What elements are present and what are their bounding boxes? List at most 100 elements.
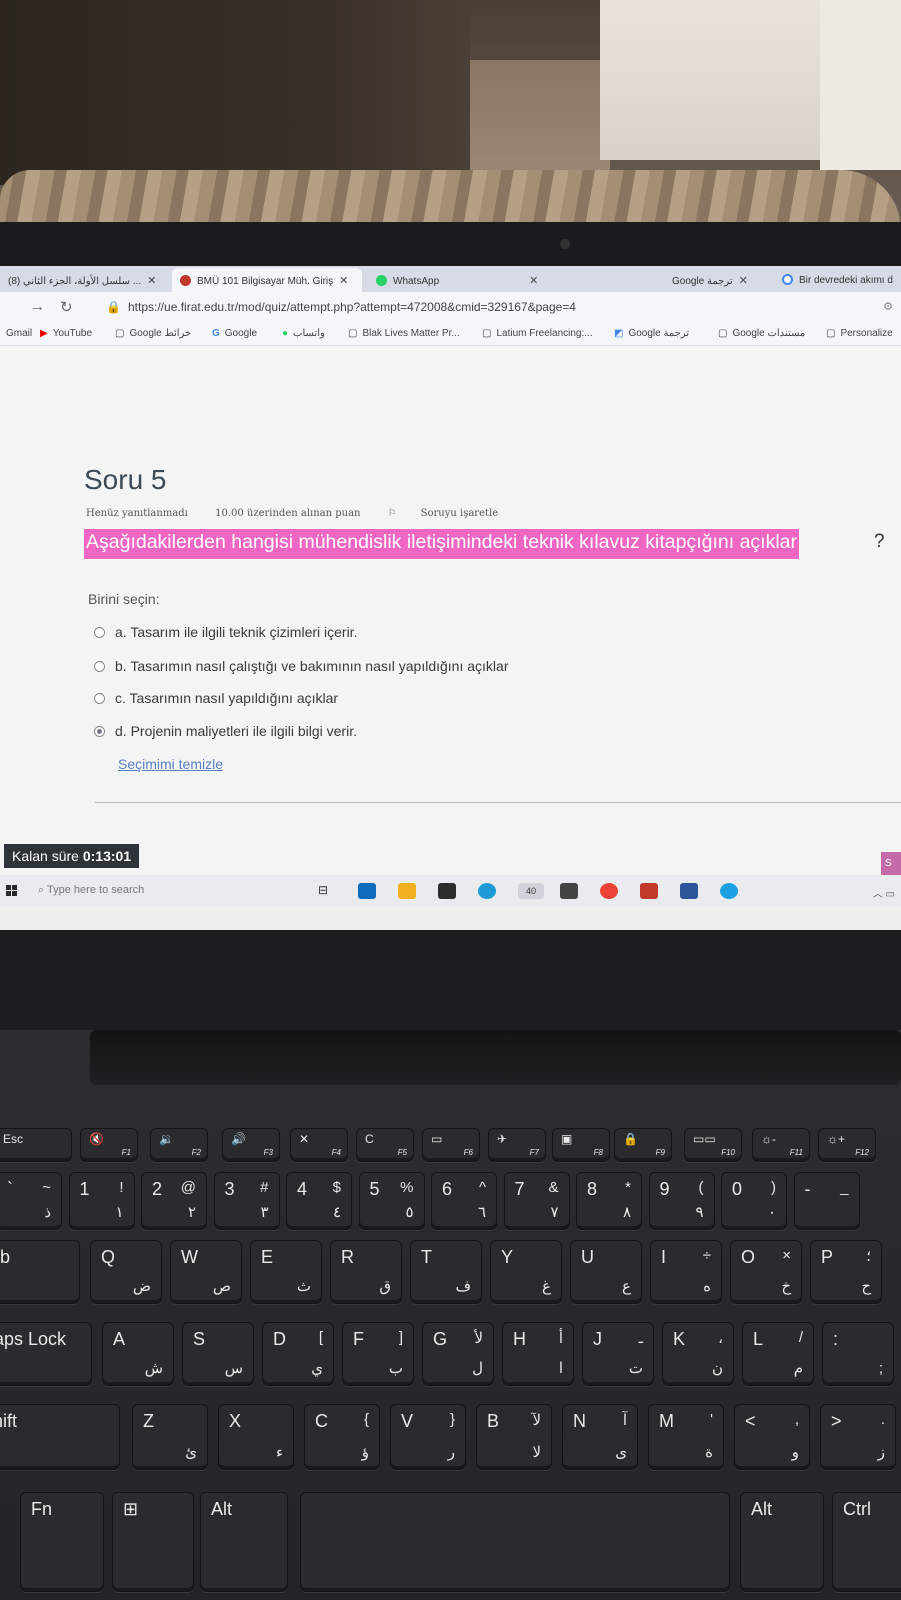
- word-icon[interactable]: [680, 883, 698, 899]
- terminal-icon[interactable]: [560, 883, 578, 899]
- key-fn_row-8[interactable]: ▣ F8: [552, 1128, 610, 1162]
- outlook-icon[interactable]: [358, 883, 376, 899]
- bookmark-google-translate[interactable]: ◩ Google ترجمة: [614, 328, 689, 339]
- key-fn_row-1[interactable]: 🔇 F1: [80, 1128, 138, 1162]
- key-a_row-0[interactable]: Caps Lock: [0, 1322, 92, 1386]
- key-num_row-10[interactable]: 0) ٠: [721, 1172, 787, 1230]
- key-a_row-7[interactable]: J ـت: [582, 1322, 654, 1386]
- key-q_row-3[interactable]: Eث: [250, 1240, 322, 1304]
- radio-button[interactable]: [94, 627, 105, 638]
- key-fn_row-9[interactable]: 🔒 F9: [614, 1128, 672, 1162]
- option-c[interactable]: c. Tasarımın nasıl yapıldığını açıklar: [94, 690, 338, 706]
- key-z_row-9[interactable]: >. ز: [820, 1404, 896, 1470]
- key-z_row-2[interactable]: Xء: [218, 1404, 294, 1470]
- key-fn_row-10[interactable]: ▭▭ F10: [684, 1128, 742, 1162]
- key-q_row-10[interactable]: P ؛ ح: [810, 1240, 882, 1304]
- extension-icon[interactable]: ⚙: [883, 300, 893, 313]
- windows-start-icon[interactable]: [6, 885, 18, 897]
- key-num_row-3[interactable]: 3 #٣: [213, 1172, 280, 1230]
- key-a_row-6[interactable]: H أا: [502, 1322, 574, 1386]
- tab-google-translate[interactable]: Google ترجمة ✕: [664, 268, 770, 292]
- close-icon[interactable]: ✕: [339, 275, 348, 287]
- bookmark-personalize[interactable]: ▢ Personalize: [826, 328, 893, 339]
- key-bottom_row-5[interactable]: Ctrl: [832, 1492, 901, 1592]
- key-q_row-4[interactable]: Rق: [330, 1240, 402, 1304]
- key-num_row-2[interactable]: 2 @٢: [141, 1172, 207, 1230]
- key-a_row-4[interactable]: F] ب: [342, 1322, 414, 1386]
- key-bottom_row-4[interactable]: Alt: [740, 1492, 824, 1592]
- key-z_row-6[interactable]: N آى: [562, 1404, 638, 1470]
- bookmark-latium[interactable]: ▢ Latium Freelancing:...: [482, 328, 593, 339]
- key-a_row-9[interactable]: L / م: [742, 1322, 814, 1386]
- key-fn_row-12[interactable]: ☼+ F12: [818, 1128, 876, 1162]
- key-bottom_row-0[interactable]: Fn: [20, 1492, 104, 1592]
- key-a_row-10[interactable]: :;: [822, 1322, 894, 1386]
- store-icon[interactable]: [438, 883, 456, 899]
- option-b[interactable]: b. Tasarımın nasıl çalıştığı ve bakımını…: [94, 658, 508, 674]
- edge-icon[interactable]: [478, 883, 496, 899]
- key-num_row-8[interactable]: 8 * ٨: [576, 1172, 642, 1230]
- url-field[interactable]: https://ue.firat.edu.tr/mod/quiz/attempt…: [128, 300, 576, 314]
- key-z_row-0[interactable]: Shift: [0, 1404, 120, 1470]
- key-fn_row-7[interactable]: ✈ F7: [488, 1128, 546, 1162]
- key-num_row-5[interactable]: 5% ٥: [358, 1172, 425, 1230]
- key-q_row-9[interactable]: O × خ: [730, 1240, 802, 1304]
- taskbar-search[interactable]: ⌕ Type here to search: [38, 884, 144, 897]
- file-explorer-icon[interactable]: [398, 883, 416, 899]
- bookmark-youtube[interactable]: ▶ YouTube: [40, 328, 92, 339]
- key-z_row-1[interactable]: Zئ: [132, 1404, 208, 1470]
- key-fn_row-0[interactable]: Esc: [0, 1128, 72, 1162]
- key-bottom_row-2[interactable]: Alt: [200, 1492, 288, 1592]
- tab-quiz[interactable]: BMÜ 101 Bilgisayar Müh. Giriş ✕: [172, 268, 362, 292]
- flag-question[interactable]: ⚐ Soruyu işaretle: [388, 508, 522, 519]
- tab-arabic[interactable]: سلسل الأولة، الجزء الثاني (8) ... ✕: [0, 268, 170, 292]
- key-num_row-11[interactable]: - _: [793, 1172, 860, 1230]
- radio-button[interactable]: [94, 661, 105, 672]
- key-a_row-8[interactable]: K ، ن: [662, 1322, 734, 1386]
- key-a_row-1[interactable]: Aش: [102, 1322, 174, 1386]
- close-icon[interactable]: ✕: [739, 275, 748, 287]
- bookmark-google-docs[interactable]: ▢ Google مستندات: [718, 328, 805, 339]
- key-z_row-8[interactable]: <, و: [734, 1404, 810, 1470]
- clear-choice-link[interactable]: Seçimimi temizle: [118, 756, 223, 772]
- bookmark-google-maps[interactable]: ▢ Google خرائط: [115, 328, 191, 339]
- key-z_row-4[interactable]: V} ر: [390, 1404, 466, 1470]
- tab-whatsapp[interactable]: WhatsApp ✕: [368, 268, 568, 292]
- app-icon[interactable]: [720, 883, 738, 899]
- key-num_row-7[interactable]: 7 & ٧: [503, 1172, 570, 1230]
- mail-icon[interactable]: 40: [518, 883, 544, 899]
- key-fn_row-5[interactable]: C F5: [356, 1128, 414, 1162]
- key-q_row-8[interactable]: I ÷ ه: [650, 1240, 722, 1304]
- key-q_row-6[interactable]: Yغ: [490, 1240, 562, 1304]
- key-z_row-3[interactable]: C {ؤ: [304, 1404, 380, 1470]
- key-fn_row-11[interactable]: ☼- F11: [752, 1128, 810, 1162]
- bookmark-blm[interactable]: ▢ Blak Lives Matter Pr...: [348, 328, 460, 339]
- task-view-icon[interactable]: ⊟: [318, 883, 336, 899]
- tab-google-search[interactable]: Bir devredeki akımı d: [774, 268, 901, 292]
- radio-button[interactable]: [94, 693, 105, 704]
- close-icon[interactable]: ✕: [529, 275, 538, 287]
- chrome-icon[interactable]: [600, 883, 618, 899]
- app-icon[interactable]: [640, 883, 658, 899]
- key-num_row-1[interactable]: 1! ١: [68, 1172, 135, 1230]
- key-num_row-0[interactable]: ` ~ ذ: [0, 1172, 62, 1230]
- key-fn_row-3[interactable]: 🔊 F3: [222, 1128, 280, 1162]
- key-q_row-7[interactable]: Uع: [570, 1240, 642, 1304]
- key-a_row-3[interactable]: D [ي: [262, 1322, 334, 1386]
- key-num_row-9[interactable]: 9 (٩: [648, 1172, 715, 1230]
- key-fn_row-4[interactable]: ✕ F4: [290, 1128, 348, 1162]
- key-num_row-6[interactable]: 6 ^ ٦: [431, 1172, 497, 1230]
- bookmark-gmail[interactable]: Gmail: [6, 328, 32, 339]
- close-icon[interactable]: ✕: [147, 275, 156, 287]
- key-num_row-4[interactable]: 4 $٤: [286, 1172, 352, 1230]
- key-bottom_row-1[interactable]: ⊞: [112, 1492, 194, 1592]
- key-q_row-0[interactable]: Tab: [0, 1240, 80, 1304]
- key-z_row-5[interactable]: B لآ لا: [476, 1404, 552, 1470]
- key-fn_row-2[interactable]: 🔉 F2: [150, 1128, 208, 1162]
- bookmark-whatsapp[interactable]: ● واتساب: [282, 328, 325, 339]
- system-tray-chevron-icon[interactable]: ︿ ▭: [873, 885, 895, 900]
- key-a_row-5[interactable]: G لأ ل: [422, 1322, 494, 1386]
- key-a_row-2[interactable]: Sس: [182, 1322, 254, 1386]
- option-d[interactable]: d. Projenin maliyetleri ile ilgili bilgi…: [94, 723, 357, 739]
- key-q_row-1[interactable]: Qض: [90, 1240, 162, 1304]
